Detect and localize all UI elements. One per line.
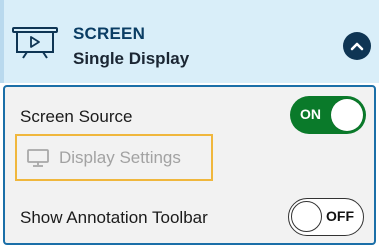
annotation-toolbar-label: Show Annotation Toolbar (20, 208, 208, 227)
collapse-button[interactable] (343, 32, 371, 60)
toggle-knob (331, 99, 363, 131)
toggle-state-label: OFF (326, 208, 354, 224)
chevron-up-icon (350, 42, 364, 51)
screen-settings-panel: Screen Source ON Display Settings Show A… (3, 85, 376, 245)
monitor-icon (27, 148, 49, 167)
projector-screen-icon (12, 27, 58, 59)
screen-source-toggle[interactable]: ON (290, 96, 366, 134)
display-settings-label: Display Settings (59, 147, 181, 167)
section-subtitle: Single Display (73, 49, 190, 68)
toggle-state-label: ON (300, 106, 321, 122)
section-title: SCREEN (73, 24, 146, 43)
screen-section-header[interactable]: SCREEN Single Display (0, 0, 379, 83)
toggle-knob (291, 200, 322, 232)
screen-source-label: Screen Source (20, 107, 133, 126)
annotation-toolbar-toggle[interactable]: OFF (288, 198, 364, 236)
display-settings-button[interactable]: Display Settings (15, 134, 213, 181)
